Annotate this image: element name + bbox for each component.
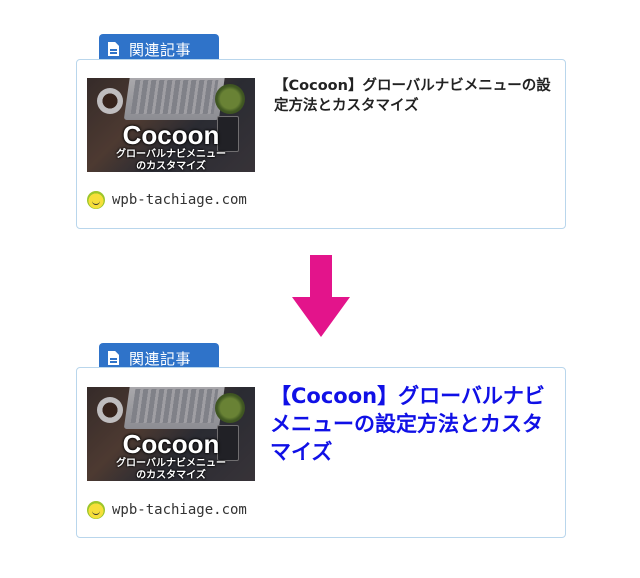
blogcard-before[interactable]: Cocoon グローバルナビメニュー のカスタマイズ 【Cocoon】グローバル… xyxy=(76,59,566,229)
blogcard-title[interactable]: 【Cocoon】グローバルナビメニューの設定方法とカスタマイズ xyxy=(274,76,554,116)
thumbnail-subtitle: グローバルナビメニュー のカスタマイズ xyxy=(116,149,226,172)
blogcard-after[interactable]: Cocoon グローバルナビメニュー のカスタマイズ 【Cocoon】グローバル… xyxy=(76,367,566,538)
site-favicon-icon xyxy=(87,501,105,519)
blogcard-thumbnail[interactable]: Cocoon グローバルナビメニュー のカスタマイズ xyxy=(87,78,255,172)
site-domain: wpb-tachiage.com xyxy=(112,192,247,208)
document-icon xyxy=(108,351,119,365)
thumbnail-title: Cocoon xyxy=(122,429,220,459)
site-favicon-icon xyxy=(87,191,105,209)
related-articles-label: 関連記事 xyxy=(129,40,192,59)
thumbnail-subtitle: グローバルナビメニュー のカスタマイズ xyxy=(116,458,226,481)
document-icon xyxy=(108,42,119,56)
blogcard-site[interactable]: wpb-tachiage.com xyxy=(87,191,247,209)
site-domain: wpb-tachiage.com xyxy=(112,502,247,518)
blogcard-title[interactable]: 【Cocoon】グローバルナビメニューの設定方法とカスタマイズ xyxy=(270,382,550,466)
related-articles-label: 関連記事 xyxy=(129,349,192,368)
thumbnail-title: Cocoon xyxy=(122,120,220,150)
blogcard-site[interactable]: wpb-tachiage.com xyxy=(87,501,247,519)
blogcard-thumbnail[interactable]: Cocoon グローバルナビメニュー のカスタマイズ xyxy=(87,387,255,481)
down-arrow-icon xyxy=(292,255,350,337)
